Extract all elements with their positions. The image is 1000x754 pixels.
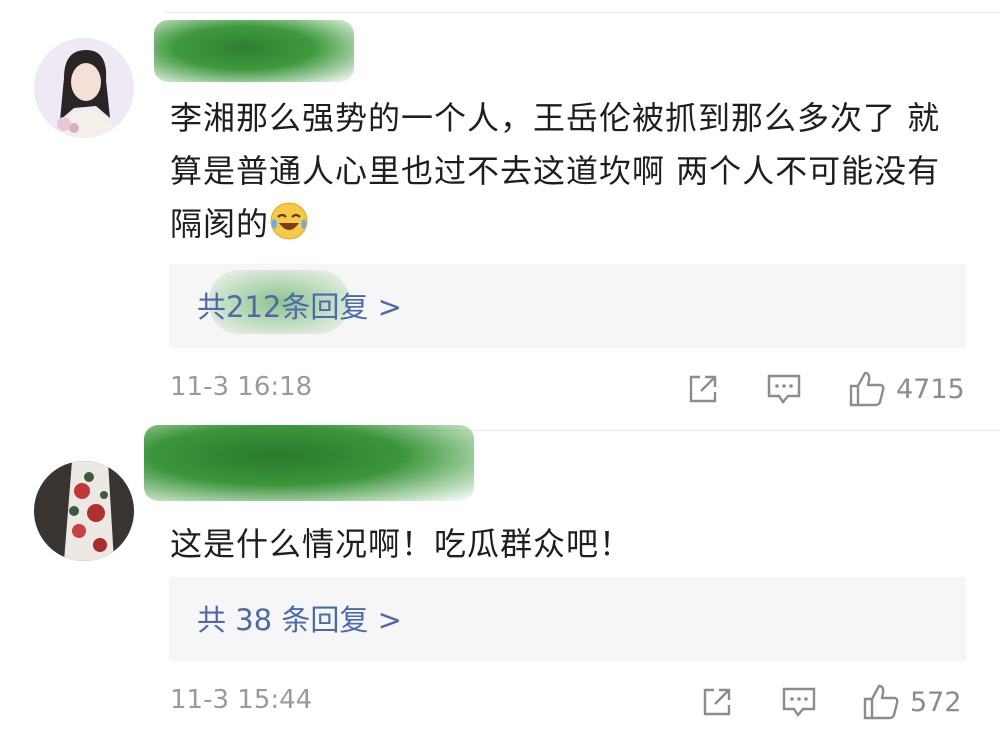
comment-time: 11-3 15:44 xyxy=(170,685,313,715)
like-count: 4715 xyxy=(896,373,965,405)
comment-text: 这是什么情况啊！吃瓜群众吧！ xyxy=(170,525,633,563)
avatar[interactable] xyxy=(34,461,134,561)
share-icon xyxy=(703,688,731,716)
like-count: 572 xyxy=(910,686,962,718)
comment-button[interactable] xyxy=(781,685,817,719)
thumbs-up-icon xyxy=(863,684,899,720)
reply-count-link[interactable]: 共 38 条回复 > xyxy=(197,597,402,639)
comment-text: 李湘那么强势的一个人，王岳伦被抓到那么多次了 就算是普通人心里也过不去这道坎啊 … xyxy=(170,99,941,243)
thumbs-up-icon xyxy=(849,371,885,407)
comment-icon xyxy=(767,374,801,405)
laughing-crying-emoji-icon xyxy=(269,201,309,241)
reply-count-link[interactable]: 共212条回复 > xyxy=(197,284,402,326)
like-button[interactable]: 572 xyxy=(862,683,962,721)
username-redacted xyxy=(154,20,354,82)
share-button[interactable] xyxy=(700,685,734,719)
reply-box[interactable]: 共212条回复 > xyxy=(169,264,966,348)
share-button[interactable] xyxy=(686,372,720,406)
comment-time: 11-3 16:18 xyxy=(170,372,313,402)
username-redacted xyxy=(144,425,474,501)
like-button[interactable]: 4715 xyxy=(848,370,965,408)
avatar[interactable] xyxy=(34,38,134,138)
comment-button[interactable] xyxy=(766,372,802,406)
comment-item: 李湘那么强势的一个人，王岳伦被抓到那么多次了 就算是普通人心里也过不去这道坎啊 … xyxy=(0,0,1000,430)
comment-item: 这是什么情况啊！吃瓜群众吧！ 共 38 条回复 > 11-3 15:44 572 xyxy=(0,425,1000,754)
share-icon xyxy=(689,375,717,403)
reply-box[interactable]: 共 38 条回复 > xyxy=(169,577,966,661)
comment-icon xyxy=(782,687,816,718)
